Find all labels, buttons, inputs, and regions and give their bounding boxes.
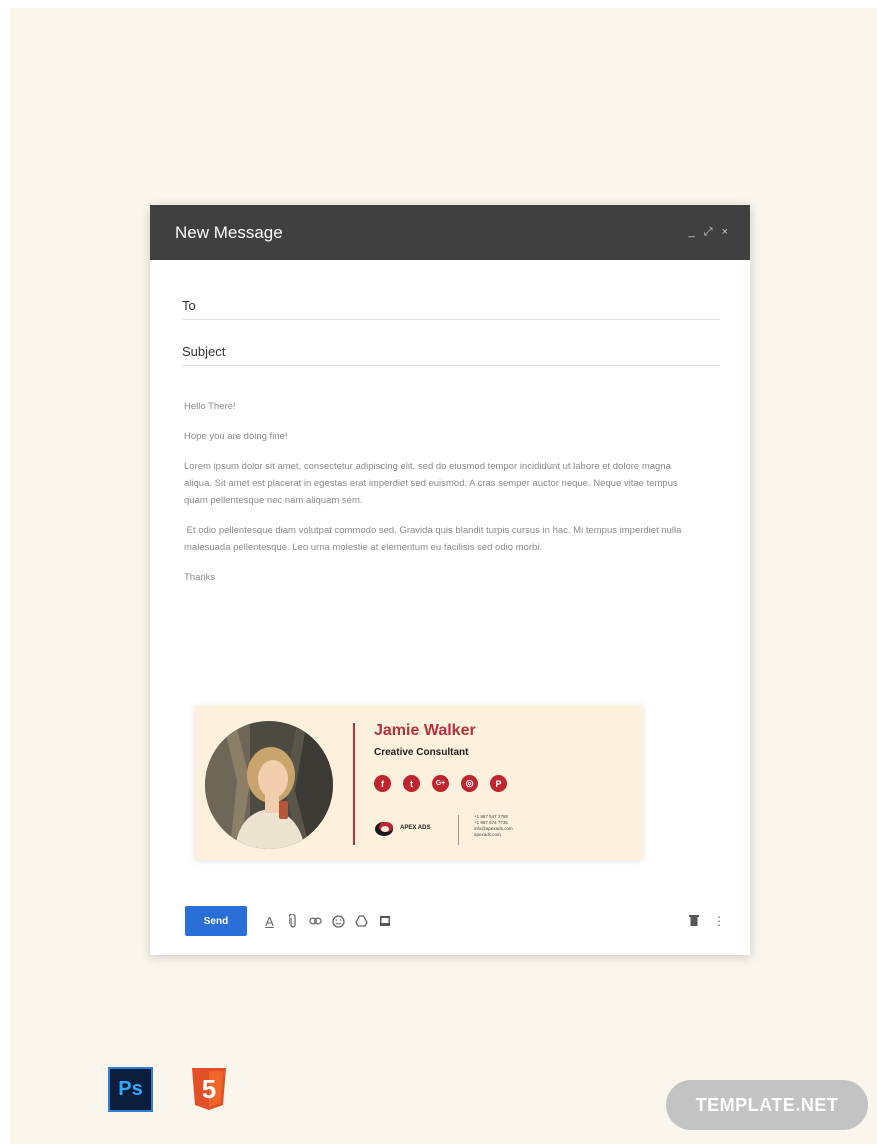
close-icon[interactable]: × — [722, 226, 728, 239]
signature-name: Jamie Walker — [374, 722, 476, 739]
to-label: To — [182, 297, 196, 313]
compose-titlebar: New Message _ ⤢ × — [150, 205, 750, 260]
body-paragraph-1: Lorem ipsum dolor sit amet, consectetur … — [184, 461, 678, 506]
expand-icon[interactable]: ⤢ — [704, 226, 713, 239]
company-name: APEX ADS — [400, 825, 431, 831]
drive-icon[interactable] — [355, 915, 368, 927]
body-line: Hope you are doing fine! — [184, 431, 288, 442]
twitter-icon[interactable]: t — [403, 775, 420, 792]
attach-icon[interactable] — [286, 914, 299, 928]
subject-label: Subject — [182, 343, 226, 359]
more-options-icon[interactable]: ⋮ — [713, 914, 725, 928]
photoshop-icon: Ps — [108, 1067, 153, 1112]
html5-icon: 5 — [192, 1068, 226, 1110]
trash-icon[interactable] — [689, 914, 699, 929]
link-icon[interactable] — [309, 917, 322, 925]
minimize-icon[interactable]: _ — [689, 226, 695, 239]
subject-field[interactable]: Subject — [182, 337, 720, 366]
send-button[interactable]: Send — [185, 906, 247, 936]
closing-text: Thanks — [184, 572, 216, 583]
email-signature: Jamie Walker Creative Consultant f t G+ … — [195, 705, 643, 860]
social-icons: f t G+ ◎ P — [374, 775, 507, 792]
formatting-tools: A — [263, 914, 391, 929]
photo-icon[interactable] — [378, 915, 391, 927]
compose-title: New Message — [175, 222, 283, 242]
pinterest-icon[interactable]: P — [490, 775, 507, 792]
profile-photo — [205, 721, 333, 849]
contact-divider — [458, 815, 459, 845]
body-paragraph-2: Et odio pellentesque diam volutpat commo… — [184, 525, 685, 553]
compose-toolbar: Send A ⋮ — [185, 906, 725, 936]
facebook-icon[interactable]: f — [374, 775, 391, 792]
greeting-text: Hello There! — [184, 401, 236, 412]
format-text-icon[interactable]: A — [263, 914, 276, 929]
signature-divider — [353, 723, 355, 845]
window-controls: _ ⤢ × — [689, 226, 728, 239]
template-net-badge: TEMPLATE.NET — [666, 1080, 868, 1130]
instagram-icon[interactable]: ◎ — [461, 775, 478, 792]
signature-title: Creative Consultant — [374, 747, 469, 758]
website: apexads.com — [474, 832, 501, 837]
to-field[interactable]: To — [182, 291, 720, 320]
compose-window: New Message _ ⤢ × To Subject Hello There… — [150, 205, 750, 955]
emoji-icon[interactable] — [332, 914, 345, 928]
company-logo-icon — [375, 822, 393, 836]
google-plus-icon[interactable]: G+ — [432, 775, 449, 792]
html5-label: 5 — [202, 1074, 216, 1104]
contact-info: +1 987 547 2768 +1 987 674 7736 info@ape… — [474, 814, 513, 838]
message-body[interactable]: Hello There! Hope you are doing fine! Lo… — [184, 398, 696, 599]
company-logo: APEX ADS — [374, 819, 430, 837]
right-tools: ⋮ — [689, 914, 725, 929]
